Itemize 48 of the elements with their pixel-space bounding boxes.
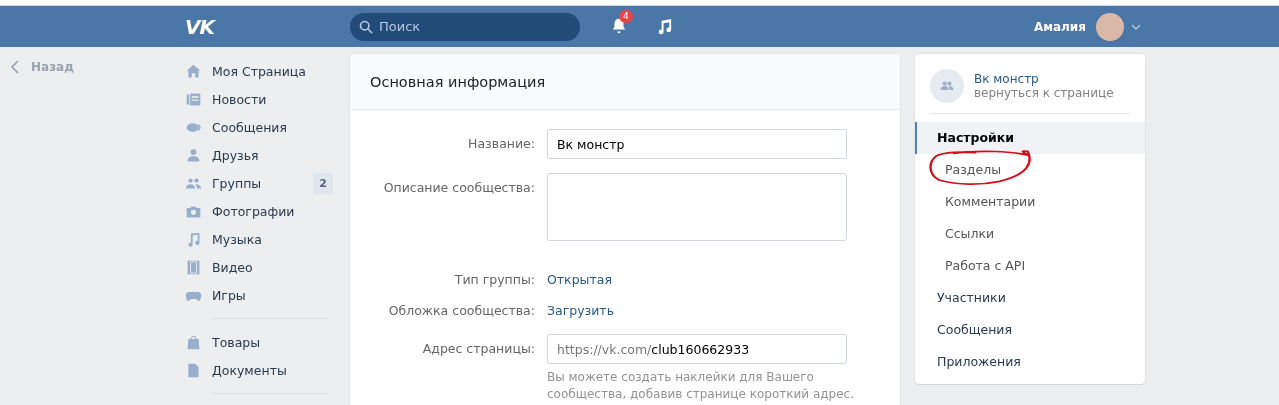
search-field[interactable]: Поиск (350, 12, 580, 41)
vk-logo[interactable]: VK (185, 14, 350, 39)
field-link[interactable]: Загрузить (547, 303, 614, 318)
avatar[interactable] (1096, 12, 1124, 41)
house-icon (185, 62, 202, 80)
nav-item[interactable]: Группы 2 (185, 169, 335, 197)
bag-icon (185, 333, 202, 351)
person-icon (185, 146, 202, 164)
menu-item[interactable]: Приложения (915, 346, 1145, 378)
notification-count: 4 (619, 9, 633, 23)
music-note-icon (185, 230, 202, 248)
hint-text: Вы можете создать наклейки для Вашего сообщества, добавив странице короткий адрес. (547, 369, 855, 403)
nav-item[interactable]: Фотографии (185, 197, 335, 225)
field-label: Тип группы: (453, 272, 535, 287)
user-name[interactable]: Амалия (1033, 19, 1086, 34)
nav-item[interactable]: Видео (185, 253, 335, 281)
nav-count: 2 (313, 172, 333, 194)
menu-item[interactable]: Участники (915, 282, 1145, 314)
nav-item[interactable]: Друзья (185, 141, 335, 169)
group-name[interactable]: Вк монстр (974, 72, 1114, 86)
chevron-down-icon[interactable] (1131, 23, 1141, 30)
nav-item[interactable]: Игры (185, 281, 335, 309)
name-field[interactable]: Вк монстр (547, 129, 847, 159)
document-icon (185, 361, 202, 379)
film-icon (185, 258, 202, 276)
submenu-item[interactable]: Работа с API (915, 250, 1145, 282)
nav-item[interactable]: Моя Страница (185, 57, 335, 85)
submenu-item[interactable]: Комментарии (915, 186, 1145, 218)
field-label: Название: (467, 135, 535, 151)
nav-item[interactable]: Товары (185, 328, 335, 356)
field-link[interactable]: Открытая (547, 272, 612, 287)
menu-item[interactable]: Сообщения (915, 314, 1145, 346)
nav-item[interactable]: Музыка (185, 225, 335, 253)
description-field[interactable] (547, 173, 847, 241)
chevron-left-icon (11, 60, 19, 74)
group-avatar[interactable] (930, 69, 964, 103)
field-label: Описание сообщества: (382, 179, 535, 195)
nav-item[interactable]: Сообщения (185, 113, 335, 141)
address-field[interactable]: https://vk.com/club160662933 (547, 334, 847, 364)
menu-item[interactable]: Настройки (915, 122, 1145, 154)
nav-item[interactable]: Документы (185, 356, 335, 384)
field-label: Обложка сообщества: (387, 303, 535, 318)
card-title: Основная информация (370, 73, 546, 90)
return-link[interactable]: вернуться к странице (974, 86, 1114, 100)
submenu-item[interactable]: Разделы (915, 154, 1145, 186)
field-label: Адрес страницы: (421, 340, 535, 356)
submenu-item[interactable]: Ссылки (915, 218, 1145, 250)
nav-item[interactable]: Новости (185, 85, 335, 113)
